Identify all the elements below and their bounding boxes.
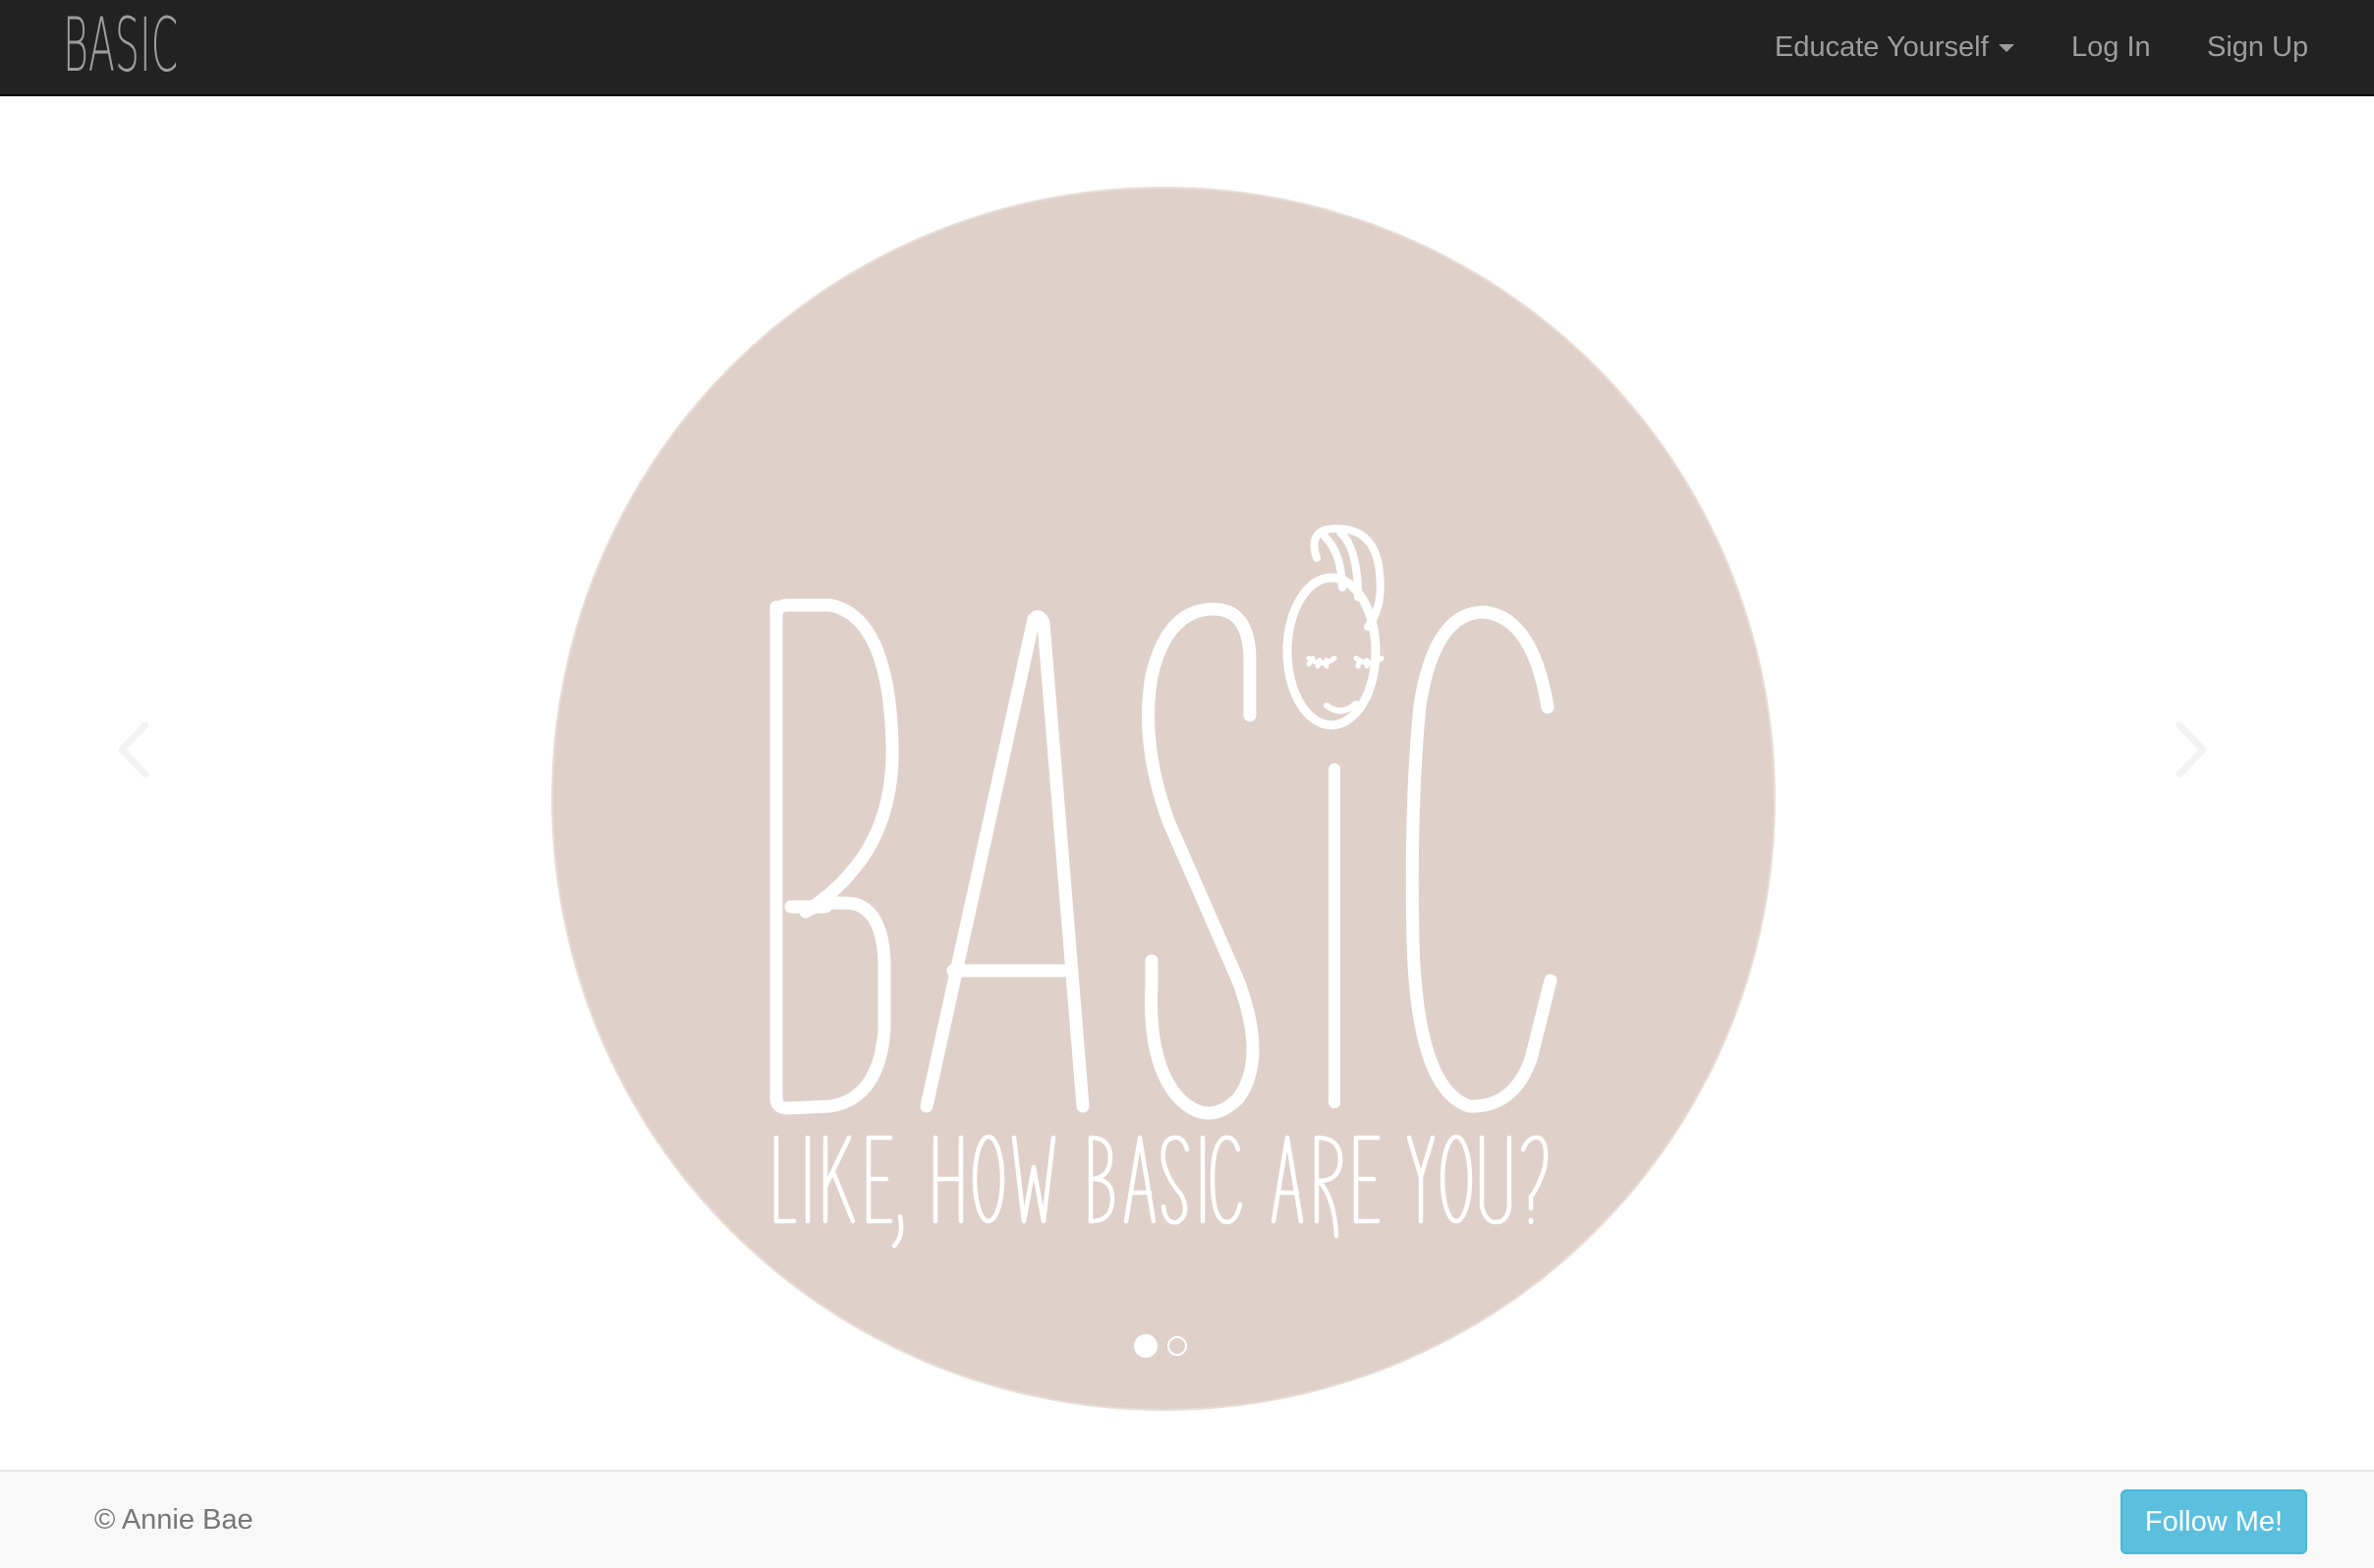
top-navbar: BASIC Educate Yourself Log In Sign Up [0,0,2374,96]
logo-tagline [773,1134,1549,1249]
basic-logo-artwork [769,525,1557,1249]
page-footer: © Annie Bae Follow Me! [0,1470,2374,1568]
brand-logo[interactable]: BASIC [63,6,178,84]
nav-sign-up[interactable]: Sign Up [2207,0,2308,94]
caret-down-icon [1998,44,2014,53]
chevron-left-icon [118,721,149,778]
nav-log-in[interactable]: Log In [2071,0,2151,94]
nav-educate-yourself-dropdown[interactable]: Educate Yourself [1775,0,2014,94]
nav-educate-label: Educate Yourself [1775,31,1989,63]
logo-letter-a [920,610,1090,1113]
logo-letter-b [769,598,899,1115]
chevron-right-icon [2176,721,2207,778]
carousel-prev-control[interactable] [108,705,157,794]
copyright-text: © Annie Bae [94,1504,254,1536]
logo-letter-c [1405,605,1557,1113]
logo-head [1282,573,1381,730]
carousel-next-control[interactable] [2168,705,2217,794]
carousel-indicators [1130,1334,1248,1364]
follow-me-button[interactable]: Follow Me! [2120,1489,2307,1554]
logo-letter-s [1142,602,1260,1120]
carousel-indicator-active[interactable] [1134,1334,1158,1358]
hero-carousel [0,96,2374,1470]
carousel-indicator[interactable] [1167,1336,1187,1356]
